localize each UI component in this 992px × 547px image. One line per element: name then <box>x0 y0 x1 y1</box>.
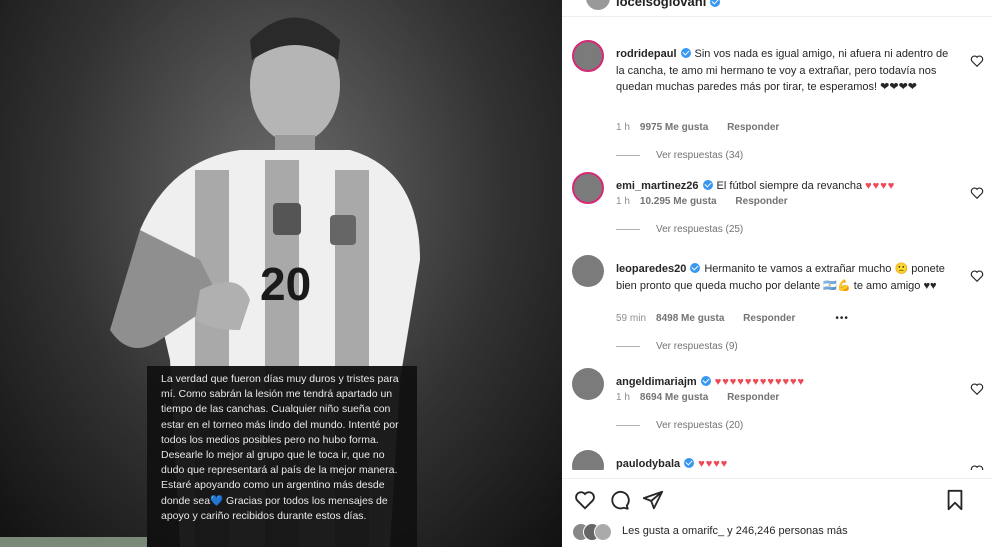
more-options-icon[interactable]: ••• <box>835 313 849 324</box>
comment-time: 1 h <box>616 196 630 207</box>
story-caption-text: La verdad que fueron días muy duros y tr… <box>161 373 402 522</box>
post-header: locelsogiovani <box>576 0 976 10</box>
comment-body: paulodybala ♥♥♥♥ <box>616 456 956 470</box>
hearts-emoji: ♥♥♥♥ <box>698 458 729 470</box>
reply-button[interactable]: Responder <box>735 196 787 207</box>
comment-username[interactable]: leoparedes20 <box>616 263 686 275</box>
action-bar <box>562 478 992 519</box>
verified-icon <box>684 458 695 468</box>
comment-username[interactable]: rodridepaul <box>616 48 677 60</box>
heart-icon[interactable] <box>970 186 984 200</box>
likes-text: Les gusta a omarifc_ y 246,246 personas … <box>622 525 848 537</box>
verified-icon <box>700 376 711 386</box>
heart-icon[interactable] <box>970 382 984 396</box>
view-replies-button[interactable]: Ver respuestas (25) <box>616 224 743 235</box>
comment-likes[interactable]: 8498 Me gusta <box>656 313 724 324</box>
comment-body: emi_martinez26 El fútbol siempre da revan… <box>616 178 956 195</box>
likes-summary[interactable]: Les gusta a omarifc_ y 246,246 personas … <box>572 520 992 542</box>
comment-username[interactable]: paulodybala <box>616 458 680 470</box>
view-replies-button[interactable]: Ver respuestas (9) <box>616 341 738 352</box>
verified-icon <box>690 263 701 273</box>
reply-button[interactable]: Responder <box>743 313 795 324</box>
comment-text: El fútbol siempre da revancha <box>716 180 863 192</box>
comment-time: 59 min <box>616 313 647 324</box>
avatar[interactable] <box>572 40 604 72</box>
comment-meta: 1 h 9975 Me gusta Responder <box>616 122 789 133</box>
comment-meta: 59 min 8498 Me gusta Responder ••• <box>616 313 859 324</box>
owner-username[interactable]: locelsogiovani <box>616 0 724 9</box>
verified-icon <box>710 0 721 7</box>
comment-meta: 1 h 8694 Me gusta Responder <box>616 392 789 403</box>
post-image[interactable]: 20 La verdad que fueron días muy duros y… <box>0 0 562 547</box>
heart-icon[interactable] <box>970 464 984 470</box>
comments-list: rodridepaul Sin vos nada es igual amigo, … <box>562 30 992 470</box>
jersey-number: 20 <box>260 258 311 310</box>
reply-button[interactable]: Responder <box>727 122 779 133</box>
comment-meta: 1 h 10.295 Me gusta Responder <box>616 196 798 207</box>
save-icon[interactable] <box>944 489 966 511</box>
comment-likes[interactable]: 8694 Me gusta <box>640 392 708 403</box>
comment-time: 1 h <box>616 122 630 133</box>
view-replies-button[interactable]: Ver respuestas (20) <box>616 420 743 431</box>
comment-username[interactable]: angeldimariajm <box>616 376 697 388</box>
view-replies-button[interactable]: Ver respuestas (34) <box>616 150 743 161</box>
bottom-strip <box>0 537 147 547</box>
comment-body: leoparedes20 Hermanito te vamos a extraña… <box>616 261 956 294</box>
verified-icon <box>680 48 691 58</box>
comments-panel: locelsogiovani rodridepaul Sin vos nada e… <box>562 0 992 547</box>
story-caption-box: La verdad que fueron días muy duros y tr… <box>147 366 417 547</box>
hearts-emoji: ♥♥♥♥ <box>865 180 896 192</box>
avatar[interactable] <box>572 255 604 287</box>
comment-icon[interactable] <box>608 489 630 511</box>
avatar <box>594 523 612 541</box>
hearts-emoji: ♥♥♥♥♥♥♥♥♥♥♥♥ <box>714 376 806 388</box>
avatar[interactable] <box>572 450 604 470</box>
like-icon[interactable] <box>574 489 596 511</box>
divider <box>562 16 992 17</box>
comment-time: 1 h <box>616 392 630 403</box>
avatar[interactable] <box>572 172 604 204</box>
avatar[interactable] <box>572 368 604 400</box>
verified-icon <box>702 180 713 190</box>
comment-likes[interactable]: 9975 Me gusta <box>640 122 708 133</box>
comment-likes[interactable]: 10.295 Me gusta <box>640 196 717 207</box>
comment-body: angeldimariajm ♥♥♥♥♥♥♥♥♥♥♥♥ <box>616 374 956 391</box>
comment-username[interactable]: emi_martinez26 <box>616 180 699 192</box>
share-icon[interactable] <box>642 489 664 511</box>
avatar[interactable] <box>586 0 610 10</box>
heart-icon[interactable] <box>970 54 984 68</box>
heart-icon[interactable] <box>970 269 984 283</box>
reply-button[interactable]: Responder <box>727 392 779 403</box>
comment-body: rodridepaul Sin vos nada es igual amigo, … <box>616 46 956 96</box>
